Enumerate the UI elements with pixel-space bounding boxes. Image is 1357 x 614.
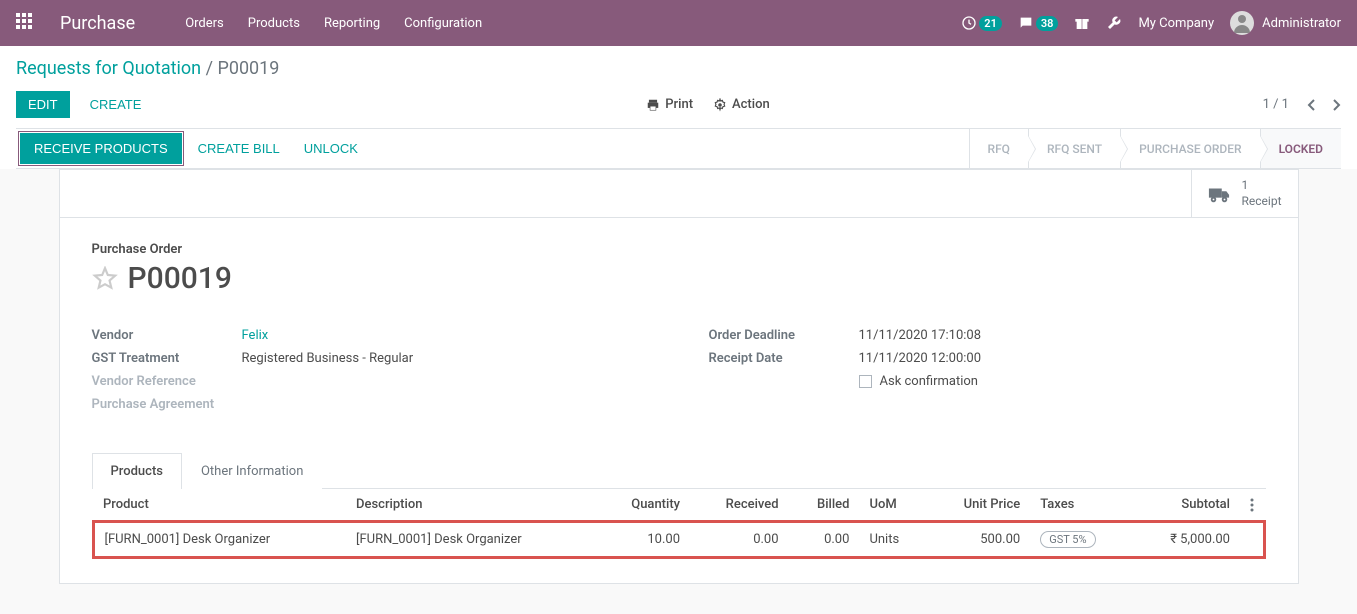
print-button[interactable]: Print — [646, 97, 693, 112]
vendor-label: Vendor — [92, 328, 242, 343]
col-description[interactable]: Description — [346, 489, 597, 522]
pager-text[interactable]: 1 / 1 — [1263, 97, 1289, 112]
chat-icon — [1018, 15, 1034, 31]
gear-icon — [713, 98, 727, 112]
order-lines-table: Product Description Quantity Received Bi… — [92, 489, 1266, 559]
receipt-date-label: Receipt Date — [709, 351, 859, 366]
col-received[interactable]: Received — [690, 489, 789, 522]
col-product[interactable]: Product — [93, 489, 346, 522]
gift-button[interactable] — [1074, 15, 1090, 31]
receipt-label: Receipt — [1242, 194, 1282, 210]
status-rfq[interactable]: RFQ — [969, 129, 1028, 168]
pager-next-icon[interactable] — [1331, 98, 1341, 112]
ask-confirmation-label: Ask confirmation — [880, 374, 979, 389]
tab-products[interactable]: Products — [92, 453, 182, 489]
notebook: Products Other Information Product Descr… — [92, 452, 1266, 559]
vendor-ref-label: Vendor Reference — [92, 374, 242, 389]
print-icon — [646, 98, 660, 112]
create-bill-button[interactable]: CREATE BILL — [186, 129, 292, 168]
company-switcher[interactable]: My Company — [1138, 16, 1214, 31]
app-brand[interactable]: Purchase — [60, 13, 135, 34]
title-block: Purchase Order P00019 — [92, 242, 1266, 296]
breadcrumb-current: P00019 — [217, 58, 279, 79]
receipt-count: 1 — [1242, 178, 1282, 194]
cell-taxes: GST 5% — [1030, 522, 1132, 558]
receive-products-button[interactable]: RECEIVE PRODUCTS — [20, 133, 182, 164]
user-menu[interactable]: Administrator — [1230, 11, 1341, 35]
col-unit-price[interactable]: Unit Price — [927, 489, 1031, 522]
cell-billed: 0.00 — [789, 522, 860, 558]
status-rfq-sent[interactable]: RFQ SENT — [1028, 129, 1120, 168]
col-billed[interactable]: Billed — [789, 489, 860, 522]
debug-button[interactable] — [1106, 15, 1122, 31]
col-subtotal[interactable]: Subtotal — [1132, 489, 1240, 522]
col-options[interactable] — [1240, 489, 1264, 522]
kebab-icon — [1250, 498, 1254, 512]
receipt-date-value: 11/11/2020 12:00:00 — [859, 351, 1266, 366]
col-uom[interactable]: UoM — [859, 489, 926, 522]
activities-button[interactable]: 21 — [961, 15, 1002, 31]
discuss-badge: 38 — [1036, 16, 1059, 31]
gst-value: Registered Business - Regular — [242, 351, 649, 366]
main-navbar: Purchase Orders Products Reporting Confi… — [0, 0, 1357, 46]
activities-badge: 21 — [979, 16, 1002, 31]
wrench-icon — [1106, 15, 1122, 31]
user-name: Administrator — [1262, 16, 1341, 31]
control-panel: Requests for Quotation / P00019 EDIT CRE… — [0, 46, 1357, 169]
form-sheet: 1 Receipt Purchase Order P00019 Vendor — [59, 169, 1299, 584]
statusbar: RECEIVE PRODUCTS CREATE BILL UNLOCK RFQ … — [16, 128, 1341, 169]
status-locked[interactable]: LOCKED — [1260, 129, 1341, 168]
cell-quantity: 10.00 — [597, 522, 690, 558]
cell-description: [FURN_0001] Desk Organizer — [346, 522, 597, 558]
nav-menu-orders[interactable]: Orders — [185, 16, 224, 31]
tax-tag: GST 5% — [1040, 531, 1095, 548]
gst-label: GST Treatment — [92, 351, 242, 366]
agreement-label: Purchase Agreement — [92, 397, 242, 412]
status-purchase-order[interactable]: PURCHASE ORDER — [1120, 129, 1260, 168]
pager-prev-icon[interactable] — [1307, 98, 1317, 112]
receipt-stat-button[interactable]: 1 Receipt — [1191, 170, 1298, 217]
cell-subtotal: ₹ 5,000.00 — [1132, 522, 1240, 558]
deadline-label: Order Deadline — [709, 328, 859, 343]
unlock-button[interactable]: UNLOCK — [292, 129, 370, 168]
breadcrumb: Requests for Quotation / P00019 — [16, 58, 1341, 79]
col-taxes[interactable]: Taxes — [1030, 489, 1132, 522]
create-button[interactable]: CREATE — [78, 91, 154, 118]
tab-other-info[interactable]: Other Information — [182, 453, 322, 489]
button-box: 1 Receipt — [60, 170, 1298, 218]
ask-confirmation-checkbox[interactable] — [859, 375, 872, 388]
apps-icon[interactable] — [16, 13, 36, 33]
edit-button[interactable]: EDIT — [16, 91, 70, 118]
deadline-value: 11/11/2020 17:10:08 — [859, 328, 1266, 343]
form-sheet-bg: 1 Receipt Purchase Order P00019 Vendor — [0, 169, 1357, 614]
discuss-button[interactable]: 38 — [1018, 15, 1059, 31]
vendor-value[interactable]: Felix — [242, 328, 649, 343]
action-button[interactable]: Action — [713, 97, 770, 112]
cell-product: [FURN_0001] Desk Organizer — [93, 522, 346, 558]
form-subtitle: Purchase Order — [92, 242, 1266, 257]
order-name: P00019 — [128, 261, 232, 296]
nav-menu-products[interactable]: Products — [248, 16, 300, 31]
cell-received: 0.00 — [690, 522, 789, 558]
nav-menu-configuration[interactable]: Configuration — [404, 16, 482, 31]
cell-unit-price: 500.00 — [927, 522, 1031, 558]
nav-menu: Orders Products Reporting Configuration — [185, 16, 482, 31]
table-row[interactable]: [FURN_0001] Desk Organizer [FURN_0001] D… — [93, 522, 1264, 558]
cell-uom: Units — [859, 522, 926, 558]
gift-icon — [1074, 15, 1090, 31]
breadcrumb-sep: / — [206, 58, 218, 79]
truck-icon — [1208, 185, 1230, 203]
avatar-icon — [1230, 11, 1254, 35]
nav-menu-reporting[interactable]: Reporting — [324, 16, 380, 31]
breadcrumb-parent[interactable]: Requests for Quotation — [16, 58, 201, 79]
col-quantity[interactable]: Quantity — [597, 489, 690, 522]
priority-star-icon[interactable] — [92, 266, 118, 292]
clock-icon — [961, 15, 977, 31]
